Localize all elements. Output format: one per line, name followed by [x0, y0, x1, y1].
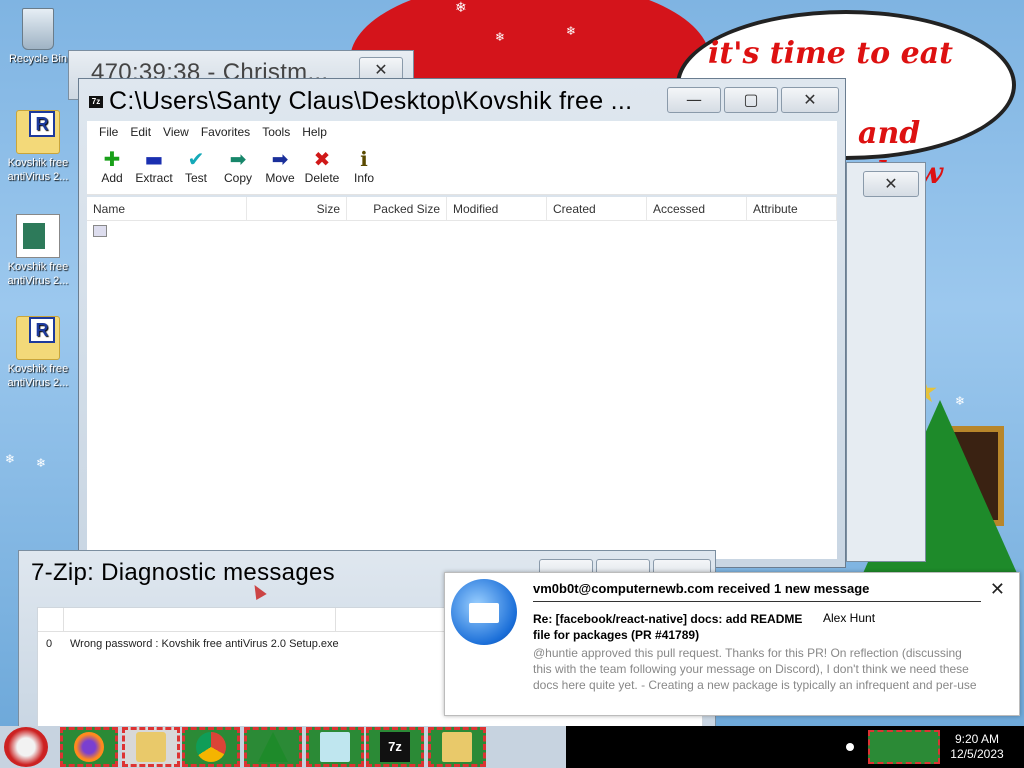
clock[interactable]: 9:20 AM 12/5/2023	[942, 732, 1012, 762]
7zip-icon: 7z	[380, 732, 410, 762]
notepad-icon	[320, 732, 350, 762]
desktop-icon-label: Kovshik free antiVirus 2...	[7, 157, 69, 183]
toolbar-label: Info	[353, 171, 374, 185]
toolbar-label: Test	[184, 171, 207, 185]
toolbar-label: Delete	[304, 171, 340, 185]
column-accessed[interactable]: Accessed	[647, 197, 747, 220]
thunderbird-icon	[451, 579, 517, 645]
document-icon	[16, 214, 60, 258]
column-name[interactable]: Name	[87, 197, 247, 220]
taskbar-chrome[interactable]	[182, 727, 240, 767]
menu-favorites[interactable]: Favorites	[195, 121, 256, 143]
maximize-button[interactable]: ▢	[724, 87, 778, 113]
desktop-icon-kovshik-2[interactable]: Kovshik free antiVirus 2...	[2, 214, 74, 288]
diagnostic-message: Wrong password : Kovshik free antiVirus …	[70, 638, 339, 650]
column-modified[interactable]: Modified	[447, 197, 547, 220]
explorer-icon	[136, 732, 166, 762]
taskbar-explorer[interactable]	[122, 727, 180, 767]
plus-icon: ✚	[103, 147, 121, 171]
toolbar-add-button[interactable]: ✚ Add	[91, 143, 133, 194]
copy-arrow-icon: ➡	[229, 147, 247, 171]
notification-body: @huntie approved this pull request. Than…	[533, 646, 977, 692]
menu-help[interactable]: Help	[296, 121, 333, 143]
recycle-bin-icon	[22, 8, 54, 50]
taskbar-notepad[interactable]	[306, 727, 364, 767]
chrome-icon	[196, 732, 226, 762]
snowflake-icon: ❄	[566, 24, 577, 38]
notification-close-button[interactable]: ✕	[990, 579, 1005, 600]
desktop-icon-label: Kovshik free antiVirus 2...	[7, 261, 69, 287]
minimize-button[interactable]: —	[667, 87, 721, 113]
notification-subject: Re: [facebook/react-native] docs: add RE…	[533, 612, 803, 642]
tree-icon	[258, 732, 288, 762]
firefox-icon	[74, 732, 104, 762]
snowflake-icon: ❄	[495, 30, 506, 44]
toolbar-test-button[interactable]: ✔ Test	[175, 143, 217, 194]
check-icon: ✔	[187, 147, 205, 171]
notification-sender: Alex Hunt	[823, 611, 876, 625]
snowflake-icon: ❄	[36, 456, 47, 470]
tray-notification-dot[interactable]	[846, 743, 854, 751]
tray-icons[interactable]	[868, 730, 940, 764]
desktop-icon-label: Kovshik free antiVirus 2...	[7, 363, 69, 389]
file-row-icon[interactable]	[93, 225, 107, 237]
menu-view[interactable]: View	[157, 121, 195, 143]
toolbar-delete-button[interactable]: ✖ Delete	[301, 143, 343, 194]
minus-icon: ▬	[144, 147, 164, 171]
diagnostic-index: 0	[46, 638, 53, 650]
background-window-right[interactable]: ✕	[846, 162, 926, 562]
desktop-icon-recycle-bin[interactable]: Recycle Bin	[2, 8, 74, 66]
taskbar-file[interactable]	[428, 727, 486, 767]
toolbar-label: Copy	[223, 171, 252, 185]
file-list-header: Name Size Packed Size Modified Created A…	[87, 197, 837, 221]
toolbar-info-button[interactable]: ℹ Info	[343, 143, 385, 194]
delete-x-icon: ✖	[313, 147, 331, 171]
toolbar-label: Extract	[135, 171, 173, 185]
close-button[interactable]: ✕	[781, 87, 839, 113]
snowflake-icon: ❄	[455, 0, 467, 16]
7zip-file-manager-window[interactable]: 7z C:\Users\Santy Claus\Desktop\Kovshik …	[78, 78, 846, 568]
column-packed-size[interactable]: Packed Size	[347, 197, 447, 220]
snowflake-icon: ❄	[5, 452, 16, 466]
clock-date: 12/5/2023	[950, 747, 1004, 761]
column-size[interactable]: Size	[247, 197, 347, 220]
toolbar-label: Add	[101, 171, 123, 185]
menu-file[interactable]: File	[93, 121, 124, 143]
toolbar-extract-button[interactable]: ▬ Extract	[133, 143, 175, 194]
toolbar: ✚ Add ▬ Extract ✔ Test ➡ Copy ➡ Move ✖ Delete ℹ Info	[87, 143, 837, 195]
move-arrow-icon: ➡	[271, 147, 289, 171]
winrar-archive-icon: R	[16, 316, 60, 360]
desktop-icon-kovshik-1[interactable]: R Kovshik free antiVirus 2...	[2, 110, 74, 184]
clock-time: 9:20 AM	[954, 732, 1000, 746]
column-created[interactable]: Created	[547, 197, 647, 220]
taskbar-7zip[interactable]: 7z	[366, 727, 424, 767]
desktop-icon-label: Recycle Bin	[8, 53, 68, 65]
menu-tools[interactable]: Tools	[256, 121, 296, 143]
desktop-icon-kovshik-3[interactable]: R Kovshik free antiVirus 2...	[2, 316, 74, 390]
menu-edit[interactable]: Edit	[124, 121, 157, 143]
toolbar-label: Move	[265, 171, 295, 185]
toolbar-copy-button[interactable]: ➡ Copy	[217, 143, 259, 194]
file-icon	[442, 732, 472, 762]
thunderbird-notification[interactable]: vm0b0t@computernewb.com received 1 new m…	[444, 572, 1020, 716]
menu-bar: File Edit View Favorites Tools Help	[87, 121, 837, 143]
notification-header: vm0b0t@computernewb.com received 1 new m…	[533, 581, 870, 596]
toolbar-move-button[interactable]: ➡ Move	[259, 143, 301, 194]
file-list[interactable]	[87, 221, 837, 559]
start-button[interactable]	[4, 727, 48, 767]
column-attribute[interactable]: Attribute	[747, 197, 837, 220]
taskbar: 7z 9:20 AM 12/5/2023	[0, 726, 1024, 768]
info-icon: ℹ	[360, 147, 368, 171]
notification-divider	[533, 601, 981, 602]
taskbar-christmas-tree[interactable]	[244, 727, 302, 767]
background-close-button[interactable]: ✕	[863, 171, 919, 197]
winrar-archive-icon: R	[16, 110, 60, 154]
taskbar-firefox[interactable]	[60, 727, 118, 767]
